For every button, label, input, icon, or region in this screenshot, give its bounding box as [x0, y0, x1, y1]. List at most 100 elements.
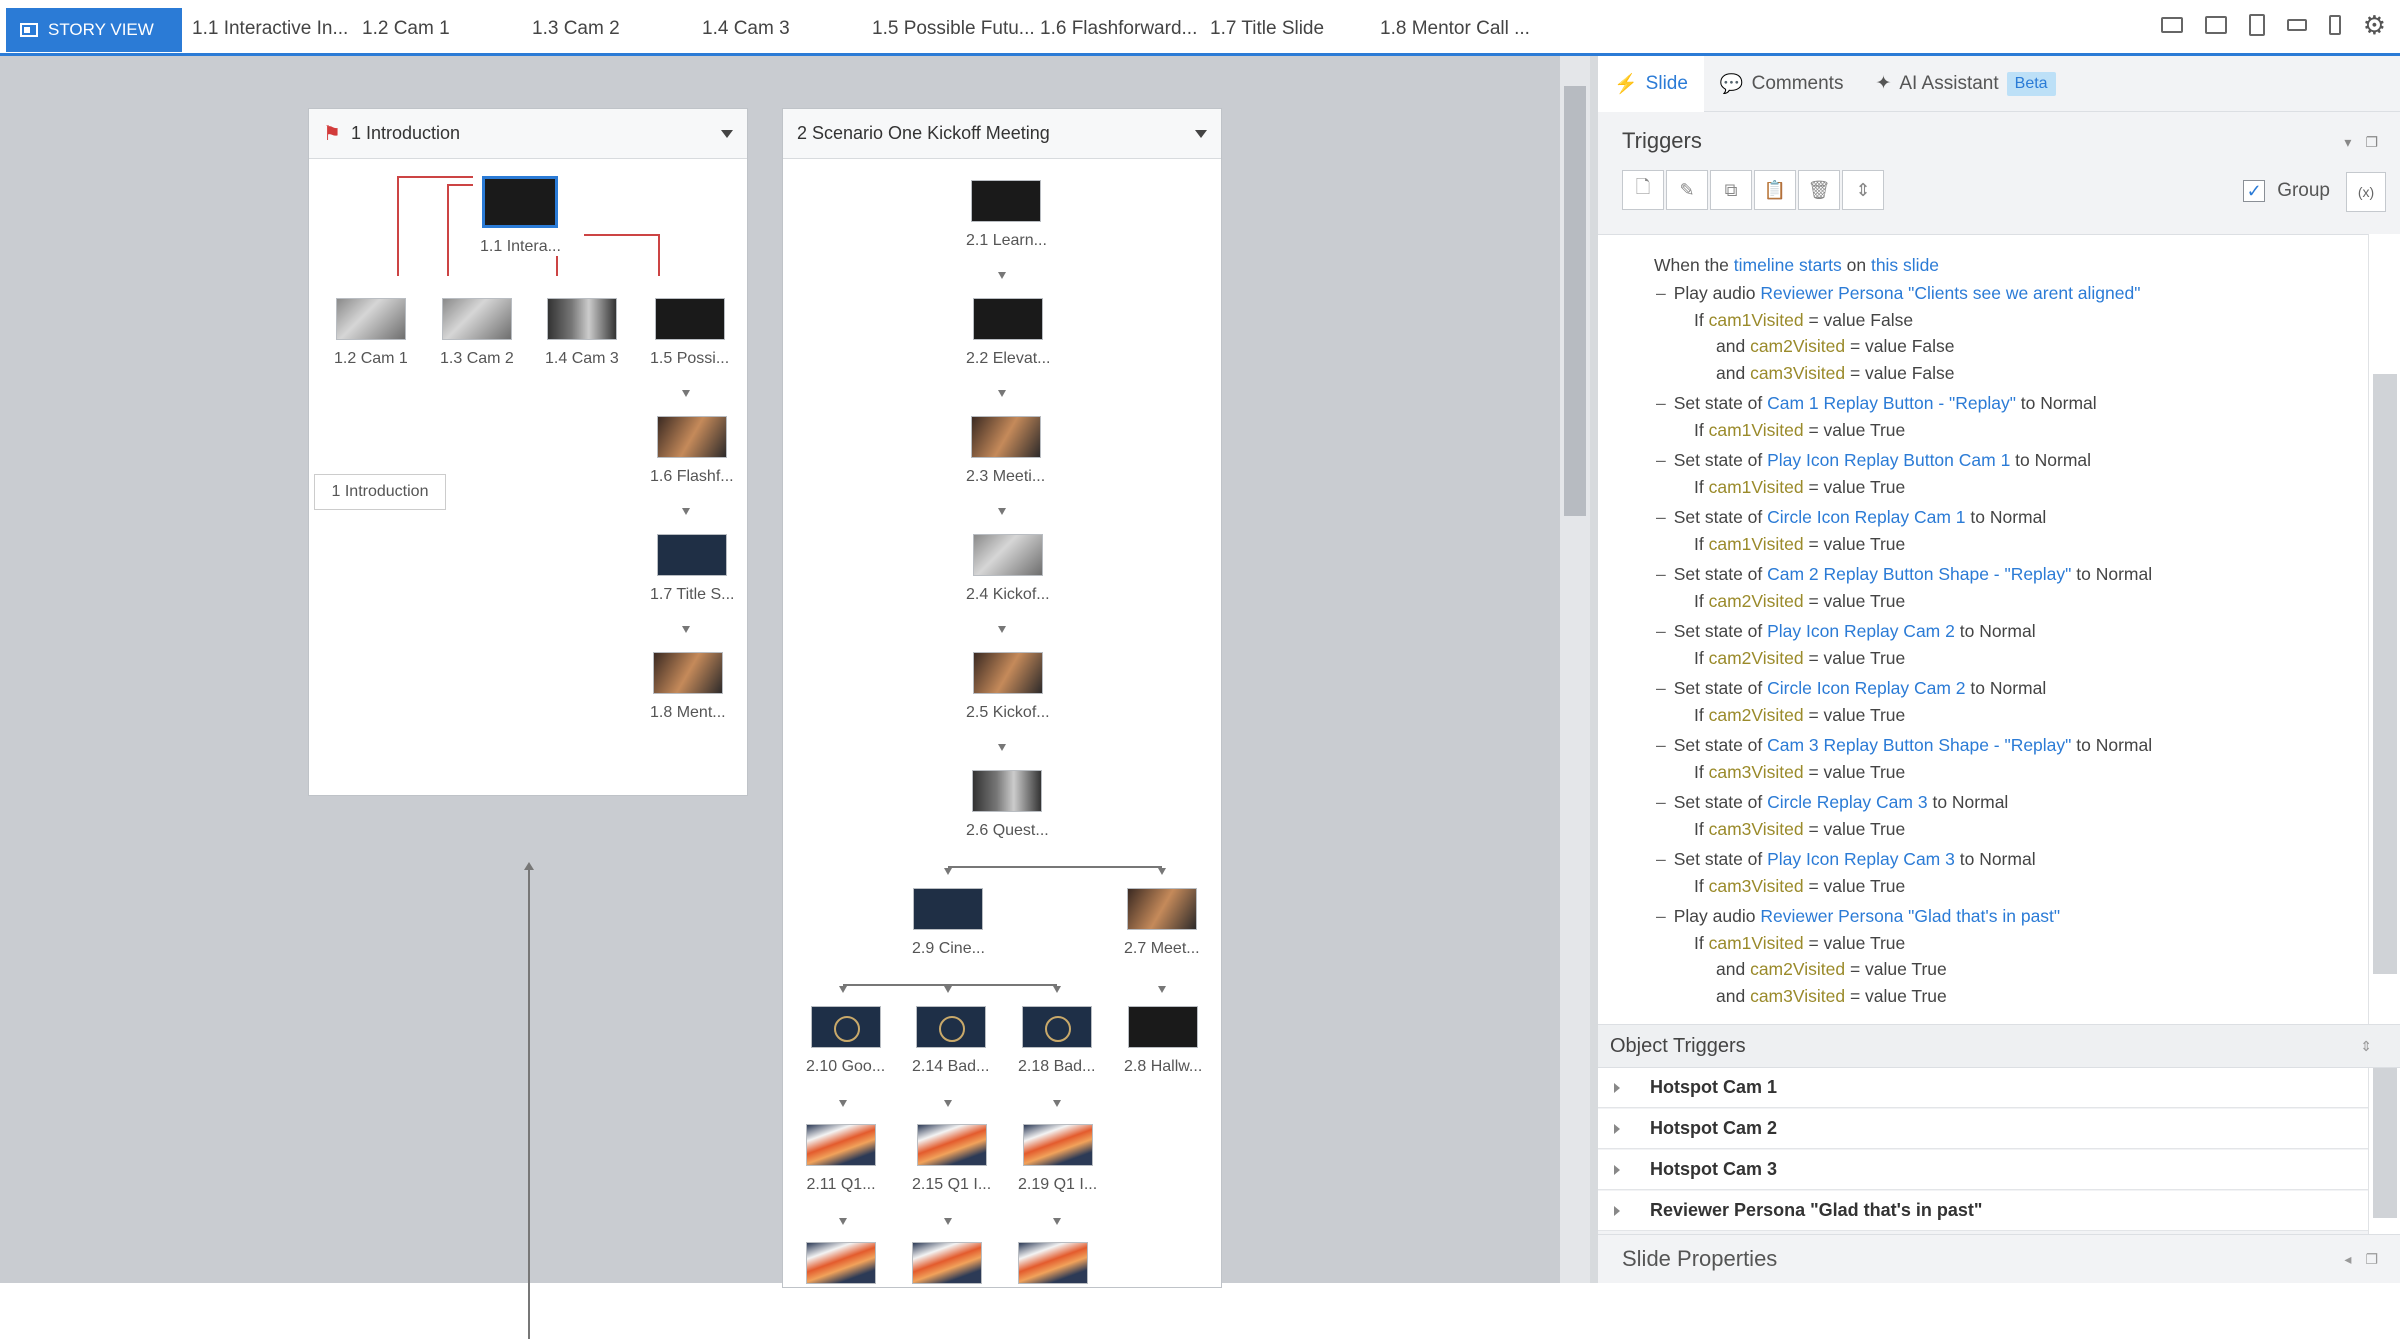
tab-slide[interactable]: ⚡ Slide — [1598, 55, 1704, 112]
slide-thumb-1-3[interactable]: 1.3 Cam 2 — [440, 298, 514, 368]
trigger-scrollbar[interactable] — [2368, 234, 2400, 1024]
slide-thumb-partial[interactable] — [912, 1242, 982, 1284]
trigger-action-row[interactable]: – Play audio Reviewer Persona "Clients se… — [1656, 283, 2140, 304]
tab-slide-1-4[interactable]: 1.4 Cam 3 — [702, 18, 790, 40]
slide-thumb-partial[interactable] — [806, 1242, 876, 1284]
object-triggers-header[interactable]: Object Triggers ⇕ — [1598, 1024, 2400, 1068]
trigger-action-row[interactable]: – Set state of Cam 2 Replay Button Shape … — [1656, 564, 2152, 585]
trigger-condition-row[interactable]: If cam2Visited = value True — [1694, 591, 1905, 612]
trigger-condition-row[interactable]: If cam1Visited = value False — [1694, 310, 1913, 331]
collapse-icon[interactable]: ▾ — [2344, 134, 2351, 151]
new-trigger-button[interactable]: 🗋 — [1622, 170, 1664, 210]
trigger-condition-row[interactable]: If cam3Visited = value True — [1694, 876, 1905, 897]
group-toggle[interactable]: ✓ Group — [2243, 180, 2330, 202]
group-checkbox[interactable]: ✓ — [2243, 180, 2266, 202]
tab-slide-1-2[interactable]: 1.2 Cam 1 — [362, 18, 450, 40]
trigger-condition-row[interactable]: If cam2Visited = value True — [1694, 648, 1905, 669]
phone-landscape-icon[interactable] — [2286, 19, 2307, 31]
expand-icon[interactable] — [1614, 1164, 1620, 1175]
slide-thumb-1-4[interactable]: 1.4 Cam 3 — [545, 298, 619, 368]
expand-icon[interactable] — [1614, 1123, 1620, 1134]
story-view-tab[interactable]: STORY VIEW — [6, 8, 182, 52]
trigger-condition-row[interactable]: and cam2Visited = value False — [1716, 336, 1955, 357]
slide-thumb-1-6[interactable]: 1.6 Flashf... — [650, 416, 734, 486]
slide-thumb-2-7[interactable]: 2.7 Meet... — [1124, 888, 1200, 958]
slide-thumb-2-14[interactable]: 2.14 Bad... — [912, 1006, 989, 1076]
slide-thumb-2-19[interactable]: 2.19 Q1 I... — [1018, 1124, 1097, 1194]
object-trigger-row[interactable]: Reviewer Persona "Glad that's in past" — [1598, 1191, 2368, 1231]
phone-portrait-icon[interactable] — [2328, 15, 2341, 35]
chevron-down-icon[interactable] — [1195, 129, 1207, 138]
slide-thumb-1-8[interactable]: 1.8 Ment... — [650, 652, 726, 722]
scrollbar-thumb[interactable] — [1564, 86, 1586, 516]
trigger-action-row[interactable]: – Set state of Cam 1 Replay Button - "Rep… — [1656, 393, 2097, 414]
scene-header[interactable]: ⚑ 1 Introduction — [309, 109, 747, 159]
trigger-condition-row[interactable]: If cam1Visited = value True — [1694, 534, 1905, 555]
edit-trigger-button[interactable]: ✎ — [1666, 170, 1708, 210]
popout-icon[interactable]: ❐ — [2365, 134, 2378, 151]
collapse-left-icon[interactable]: ◂ — [2344, 1251, 2351, 1268]
trigger-condition-row[interactable]: If cam1Visited = value True — [1694, 477, 1905, 498]
tablet-portrait-icon[interactable] — [2248, 14, 2265, 36]
trigger-condition-row[interactable]: and cam3Visited = value True — [1716, 986, 1947, 1007]
tab-slide-1-5[interactable]: 1.5 Possible Futu... — [872, 18, 1035, 40]
trigger-condition-row[interactable]: If cam2Visited = value True — [1694, 705, 1905, 726]
tab-slide-1-1[interactable]: 1.1 Interactive In... — [192, 18, 348, 40]
move-trigger-button[interactable]: ⇕ — [1842, 170, 1884, 210]
popout-icon[interactable]: ❐ — [2365, 1251, 2378, 1268]
slide-thumb-2-8[interactable]: 2.8 Hallw... — [1124, 1006, 1202, 1076]
chevron-down-icon[interactable] — [721, 129, 733, 138]
slide-thumb-2-3[interactable]: 2.3 Meeti... — [966, 416, 1045, 486]
trigger-action-row[interactable]: – Set state of Play Icon Replay Cam 2 to … — [1656, 621, 2036, 642]
slide-thumb-2-18[interactable]: 2.18 Bad... — [1018, 1006, 1095, 1076]
trigger-condition-row[interactable]: If cam3Visited = value True — [1694, 762, 1905, 783]
gear-icon[interactable]: ⚙ — [2363, 12, 2386, 38]
slide-thumb-2-15[interactable]: 2.15 Q1 I... — [912, 1124, 991, 1194]
delete-trigger-button[interactable]: 🗑 — [1798, 170, 1840, 210]
slide-thumb-partial[interactable] — [1018, 1242, 1088, 1284]
tablet-landscape-icon[interactable] — [2204, 16, 2227, 34]
object-trigger-row[interactable]: Hotspot Cam 3 — [1598, 1150, 2368, 1190]
trigger-action-row[interactable]: – Set state of Circle Icon Replay Cam 2 t… — [1656, 678, 2046, 699]
trigger-list[interactable]: When the timeline starts on this slide –… — [1598, 234, 2368, 1024]
tab-comments[interactable]: 💬 Comments — [1704, 56, 1860, 112]
object-trigger-row[interactable]: Hotspot Cam 1 — [1598, 1068, 2368, 1108]
tab-slide-1-8[interactable]: 1.8 Mentor Call ... — [1380, 18, 1530, 40]
slide-thumb-2-4[interactable]: 2.4 Kickof... — [966, 534, 1050, 604]
slide-thumb-2-11[interactable]: 2.11 Q1... — [806, 1124, 876, 1194]
scrollbar-thumb[interactable] — [2373, 1068, 2397, 1218]
desktop-icon[interactable] — [2160, 17, 2183, 33]
scrollbar-thumb[interactable] — [2373, 374, 2397, 974]
trigger-condition-row[interactable]: If cam1Visited = value True — [1694, 933, 1905, 954]
trigger-condition-row[interactable]: and cam3Visited = value False — [1716, 363, 1955, 384]
trigger-action-row[interactable]: – Set state of Play Icon Replay Cam 3 to … — [1656, 849, 2036, 870]
slide-thumb-1-5[interactable]: 1.5 Possi... — [650, 298, 729, 368]
slide-thumb-1-7[interactable]: 1.7 Title S... — [650, 534, 734, 604]
trigger-condition-row[interactable]: If cam1Visited = value True — [1694, 420, 1905, 441]
sort-icon[interactable]: ⇕ — [2360, 1038, 2372, 1055]
tab-ai-assistant[interactable]: ✦ AI Assistant Beta — [1859, 56, 2071, 112]
trigger-action-row[interactable]: – Play audio Reviewer Persona "Glad that'… — [1656, 906, 2060, 927]
slide-thumb-2-6[interactable]: 2.6 Quest... — [966, 770, 1049, 840]
trigger-action-row[interactable]: – Set state of Circle Replay Cam 3 to Nor… — [1656, 792, 2008, 813]
object-trigger-row[interactable]: Hotspot Cam 2 — [1598, 1109, 2368, 1149]
object-trigger-scrollbar[interactable] — [2368, 1068, 2400, 1234]
slide-thumb-2-10[interactable]: 2.10 Goo... — [806, 1006, 885, 1076]
scene-header[interactable]: 2 Scenario One Kickoff Meeting — [783, 109, 1221, 159]
tab-slide-1-3[interactable]: 1.3 Cam 2 — [532, 18, 620, 40]
paste-trigger-button[interactable]: 📋 — [1754, 170, 1796, 210]
trigger-condition-row[interactable]: and cam2Visited = value True — [1716, 959, 1947, 980]
copy-trigger-button[interactable]: ⧉ — [1710, 170, 1752, 210]
trigger-action-row[interactable]: – Set state of Play Icon Replay Button Ca… — [1656, 450, 2091, 471]
tab-slide-1-7[interactable]: 1.7 Title Slide — [1210, 18, 1324, 40]
trigger-event-header[interactable]: When the timeline starts on this slide — [1654, 255, 1939, 276]
variables-button[interactable]: (x) — [2346, 172, 2386, 212]
slide-thumb-1-2[interactable]: 1.2 Cam 1 — [334, 298, 408, 368]
slide-thumb-2-9[interactable]: 2.9 Cine... — [912, 888, 985, 958]
slide-thumb-2-1[interactable]: 2.1 Learn... — [966, 180, 1047, 250]
expand-icon[interactable] — [1614, 1205, 1620, 1216]
expand-icon[interactable] — [1614, 1082, 1620, 1093]
slide-thumb-2-5[interactable]: 2.5 Kickof... — [966, 652, 1050, 722]
slide-thumb-2-2[interactable]: 2.2 Elevat... — [966, 298, 1051, 368]
trigger-condition-row[interactable]: If cam3Visited = value True — [1694, 819, 1905, 840]
